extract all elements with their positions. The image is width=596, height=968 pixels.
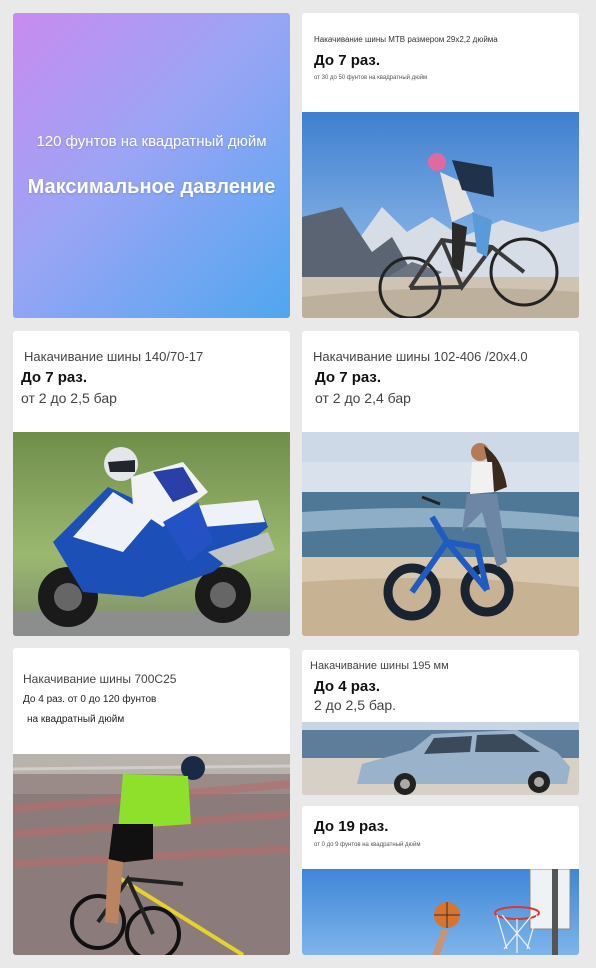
car-count: До 4 раз. [314, 678, 381, 695]
moto-heading: Накачивание шины 140/70-17 [24, 349, 204, 364]
mtb-count: До 7 раз. [314, 52, 381, 69]
car-card: Накачивание шины 195 мм До 4 раз. 2 до 2… [302, 650, 579, 795]
hero-title: Максимальное давление [27, 175, 276, 198]
road-heading: Накачивание шины 700C25 [23, 672, 177, 686]
road-photo [13, 754, 290, 955]
road-range: на квадратный дюйм [27, 714, 125, 725]
ball-photo [302, 869, 579, 955]
moto-count: До 7 раз. [21, 369, 88, 386]
mtb-photo [302, 112, 579, 318]
ball-card: До 19 раз. от 0 до 9 фунтов на квадратны… [302, 806, 579, 955]
fatbike-count: До 7 раз. [315, 369, 382, 386]
moto-card: Накачивание шины 140/70-17 До 7 раз. от … [13, 331, 290, 636]
mtb-card: Накачивание шины MTB размером 29x2,2 дюй… [302, 13, 579, 318]
ball-count: До 19 раз. [314, 818, 389, 835]
road-count: До 4 раз. от 0 до 120 фунтов [23, 694, 157, 705]
moto-range: от 2 до 2,5 бар [21, 390, 117, 406]
hero-subtitle: 120 фунтов на квадратный дюйм [36, 132, 267, 150]
road-card: Накачивание шины 700C25 До 4 раз. от 0 д… [13, 648, 290, 955]
fatbike-photo [302, 432, 579, 636]
fatbike-range: от 2 до 2,4 бар [315, 390, 411, 406]
car-photo [302, 722, 579, 795]
car-range: 2 до 2,5 бар. [314, 697, 397, 713]
moto-photo [13, 432, 290, 636]
mtb-heading: Накачивание шины MTB размером 29x2,2 дюй… [314, 35, 498, 44]
hero-card: 120 фунтов на квадратный дюйм Максимальн… [13, 13, 290, 318]
fatbike-heading: Накачивание шины 102-406 /20x4.0 [313, 349, 528, 364]
ball-range: от 0 до 9 фунтов на квадратный дюйм [314, 842, 421, 848]
fatbike-card: Накачивание шины 102-406 /20x4.0 До 7 ра… [302, 331, 579, 636]
mtb-range: от 30 до 50 фунтов на квадратный дюйм [314, 75, 428, 81]
car-heading: Накачивание шины 195 мм [310, 660, 449, 672]
